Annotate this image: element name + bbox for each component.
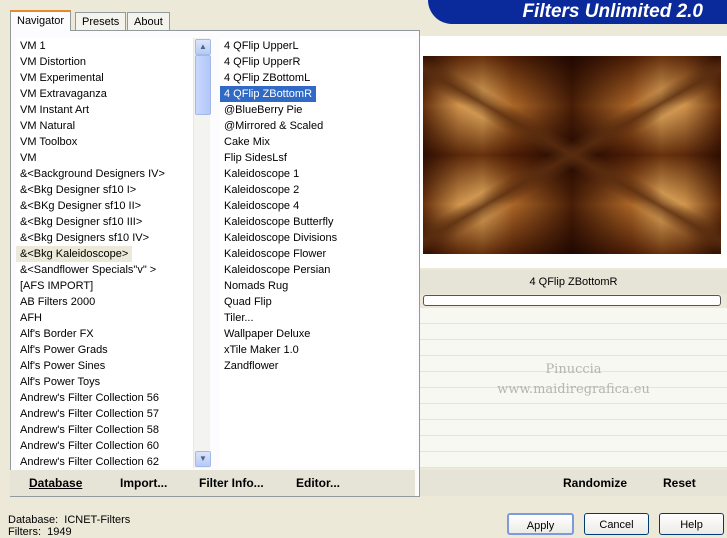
filter-item[interactable]: Nomads Rug <box>220 278 416 294</box>
category-item[interactable]: &<Bkg Designers sf10 IV> <box>16 230 194 246</box>
database-label: Database <box>29 476 83 490</box>
category-list[interactable]: VM 1 VM Distortion VM Experimental VM Extra… <box>16 38 194 468</box>
cancel-button[interactable]: Cancel <box>584 513 649 535</box>
scroll-thumb[interactable] <box>195 55 211 115</box>
randomize-button[interactable]: Randomize <box>563 476 627 490</box>
editor-button[interactable]: Editor... <box>296 476 340 490</box>
category-item[interactable]: Andrew's Filter Collection 62 <box>16 454 194 468</box>
category-item[interactable]: &<Background Designers IV> <box>16 166 194 182</box>
database-status-label: Database: <box>8 514 59 526</box>
filter-item[interactable]: Kaleidoscope 1 <box>220 166 416 182</box>
status-filters: Filters: 1949 <box>8 526 72 538</box>
category-item[interactable]: VM Natural <box>16 118 194 134</box>
preview-area <box>420 36 727 268</box>
category-item[interactable]: Alf's Power Sines <box>16 358 194 374</box>
filter-item[interactable]: Flip SidesLsf <box>220 150 416 166</box>
import-button[interactable]: Import... <box>120 476 167 490</box>
category-item[interactable]: AFH <box>16 310 194 326</box>
category-item[interactable]: Alf's Power Toys <box>16 374 194 390</box>
scroll-down-icon[interactable]: ▼ <box>195 451 211 467</box>
watermark: Pinuccia www.maidiregrafica.eu <box>420 360 727 400</box>
category-item[interactable]: &<Sandflower Specials"v" > <box>16 262 194 278</box>
watermark-name: Pinuccia <box>545 362 602 377</box>
tab-navigator[interactable]: Navigator <box>10 10 72 31</box>
category-item[interactable]: VM Experimental <box>16 70 194 86</box>
filter-item[interactable]: Kaleidoscope Butterfly <box>220 214 416 230</box>
category-scrollbar[interactable]: ▲ ▼ <box>193 38 211 468</box>
category-item[interactable]: Andrew's Filter Collection 57 <box>16 406 194 422</box>
filter-item[interactable]: 4 QFlip ZBottomL <box>220 70 416 86</box>
filter-item[interactable]: @Mirrored & Scaled <box>220 118 416 134</box>
filter-items: 4 QFlip UpperL 4 QFlip UpperR 4 QFlip ZBot… <box>220 38 416 374</box>
progress-bar <box>423 295 721 306</box>
filter-item[interactable]: Kaleidoscope Flower <box>220 246 416 262</box>
filter-item[interactable]: 4 QFlip UpperL <box>220 38 416 54</box>
import-label: Import... <box>120 476 168 490</box>
category-item[interactable]: VM Distortion <box>16 54 194 70</box>
category-item[interactable]: AB Filters 2000 <box>16 294 194 310</box>
preview-image <box>423 56 721 254</box>
category-item[interactable]: VM <box>16 150 194 166</box>
filter-item[interactable]: xTile Maker 1.0 <box>220 342 416 358</box>
category-item[interactable]: Andrew's Filter Collection 60 <box>16 438 194 454</box>
filter-item[interactable]: 4 QFlip ZBottomR <box>220 86 317 102</box>
category-item[interactable]: Andrew's Filter Collection 58 <box>16 422 194 438</box>
category-item[interactable]: VM 1 <box>16 38 194 54</box>
category-item[interactable]: VM Extravaganza <box>16 86 194 102</box>
category-item[interactable]: &<Bkg Kaleidoscope> <box>16 246 133 262</box>
category-item[interactable]: Alf's Border FX <box>16 326 194 342</box>
category-item[interactable]: [AFS IMPORT] <box>16 278 194 294</box>
tab-about[interactable]: About <box>127 12 170 30</box>
category-item[interactable]: Alf's Power Grads <box>16 342 194 358</box>
filter-item[interactable]: Quad Flip <box>220 294 416 310</box>
filters-status-value: 1949 <box>47 526 72 538</box>
filter-item[interactable]: Kaleidoscope 4 <box>220 198 416 214</box>
database-status-value: ICNET-Filters <box>64 514 131 526</box>
filters-status-label: Filters: <box>8 526 41 538</box>
filter-item[interactable]: @BlueBerry Pie <box>220 102 416 118</box>
selected-filter-name: 4 QFlip ZBottomR <box>420 270 727 294</box>
reset-button[interactable]: Reset <box>663 476 696 490</box>
category-items: VM 1 VM Distortion VM Experimental VM Extra… <box>16 38 194 468</box>
category-item[interactable]: VM Toolbox <box>16 134 194 150</box>
randomize-label: Randomize <box>563 476 628 490</box>
help-button[interactable]: Help <box>659 513 724 535</box>
filter-list[interactable]: 4 QFlip UpperL 4 QFlip UpperR 4 QFlip ZBot… <box>220 38 416 468</box>
filter-item[interactable]: Wallpaper Deluxe <box>220 326 416 342</box>
apply-button[interactable]: Apply <box>507 513 574 535</box>
watermark-url: www.maidiregrafica.eu <box>497 382 650 397</box>
scroll-up-icon[interactable]: ▲ <box>195 39 211 55</box>
filter-item[interactable]: Kaleidoscope Persian <box>220 262 416 278</box>
category-item[interactable]: &<Bkg Designer sf10 I> <box>16 182 194 198</box>
filter-info-button[interactable]: Filter Info... <box>199 476 264 490</box>
reset-label: Reset <box>663 476 696 490</box>
category-item[interactable]: Andrew's Filter Collection 56 <box>16 390 194 406</box>
category-item[interactable]: &<BKg Designer sf10 II> <box>16 198 194 214</box>
category-item[interactable]: &<Bkg Designer sf10 III> <box>16 214 194 230</box>
status-database: Database: ICNET-Filters <box>8 514 130 526</box>
filter-item[interactable]: Cake Mix <box>220 134 416 150</box>
database-button[interactable]: Database <box>29 476 82 490</box>
filter-item[interactable]: Zandflower <box>220 358 416 374</box>
filter-item[interactable]: Kaleidoscope 2 <box>220 182 416 198</box>
app-title-banner: Filters Unlimited 2.0 <box>428 0 727 24</box>
tab-presets[interactable]: Presets <box>75 12 127 30</box>
filter-info-label: Filter Info... <box>199 476 264 490</box>
editor-label: Editor... <box>296 476 341 490</box>
category-item[interactable]: VM Instant Art <box>16 102 194 118</box>
filter-item[interactable]: 4 QFlip UpperR <box>220 54 416 70</box>
filter-item[interactable]: Kaleidoscope Divisions <box>220 230 416 246</box>
filter-item[interactable]: Tiler... <box>220 310 416 326</box>
